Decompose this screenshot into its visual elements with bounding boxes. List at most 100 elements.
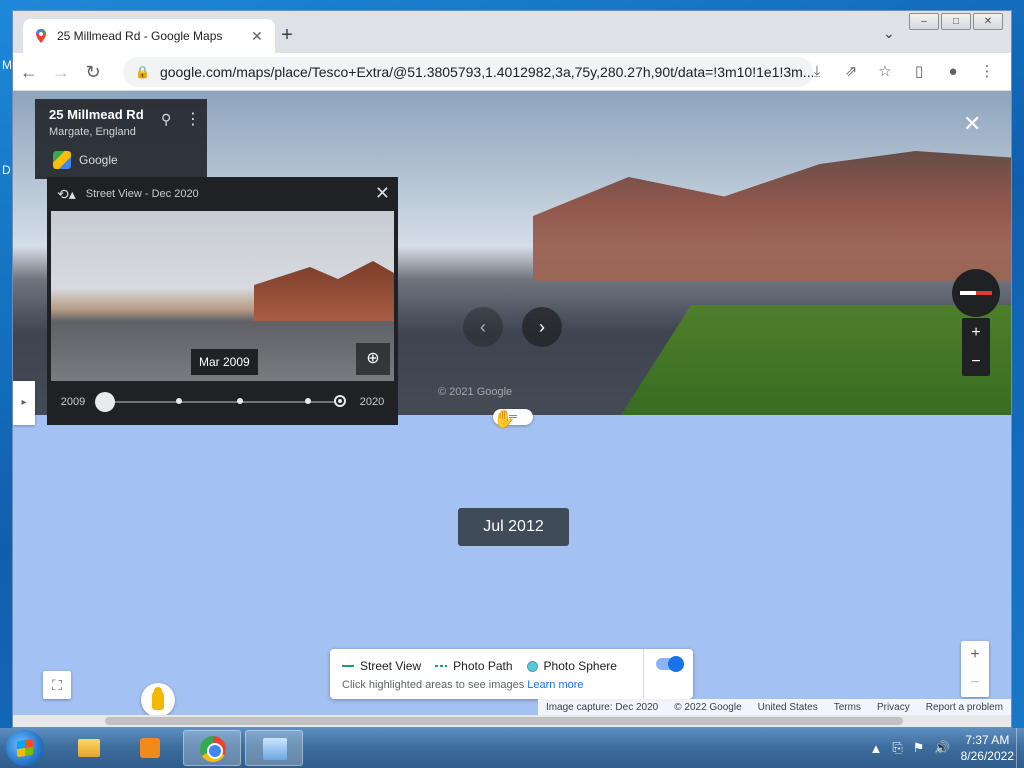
slider-tick[interactable] <box>304 398 311 404</box>
tab-strip: 25 Millmead Rd - Google Maps ✕ + ⌄ – □ ✕ <box>13 11 1011 53</box>
country-link[interactable]: United States <box>758 702 818 713</box>
lock-icon: 🔒 <box>135 65 150 79</box>
navigate-back-arrow[interactable]: ‹ <box>463 307 503 347</box>
minimize-button[interactable]: – <box>909 13 939 30</box>
history-icon[interactable]: ⟲▴ <box>57 186 76 203</box>
desktop-icon-fragment: D <box>2 163 11 177</box>
google-maps-link-label: Google <box>79 153 118 167</box>
address-bar[interactable]: 🔒 google.com/maps/place/Tesco+Extra/@51.… <box>123 57 813 87</box>
legend-divider <box>643 649 644 699</box>
network-icon[interactable]: ⎘ <box>892 740 902 756</box>
tab-close-icon[interactable]: ✕ <box>249 28 265 45</box>
close-street-view-icon[interactable]: ✕ <box>963 111 981 137</box>
compass-icon[interactable] <box>952 269 1000 317</box>
pegman-icon[interactable] <box>141 683 175 717</box>
place-subtitle: Margate, England <box>49 126 136 138</box>
clock[interactable]: 7:37 AM 8/26/2022 <box>961 732 1014 764</box>
bookmark-star-icon[interactable]: ☆ <box>869 57 901 87</box>
year-slider[interactable]: 2009 2020 <box>47 387 398 417</box>
legend-items: Street View Photo Path Photo Sphere <box>342 659 617 673</box>
time-machine-panel: ⟲▴ Street View - Dec 2020 ✕ Mar 2009 ⊕ 2… <box>47 177 398 425</box>
time-machine-title: Street View - Dec 2020 <box>85 188 199 200</box>
exit-fullscreen-button[interactable]: ⛶ <box>43 671 71 699</box>
google-maps-link[interactable]: Google <box>53 151 118 169</box>
close-window-button[interactable]: ✕ <box>973 13 1003 30</box>
taskbar-control-panel[interactable] <box>245 730 303 766</box>
toolbar-actions: ⤓ ⇗ ☆ ▯ ● ⋮ <box>801 57 1003 87</box>
map-zoom-out-button[interactable]: − <box>961 669 989 697</box>
copyright-text: © 2022 Google <box>674 701 742 713</box>
learn-more-link[interactable]: Learn more <box>527 679 583 691</box>
legend-hint-text: Click highlighted areas to see images <box>342 679 525 691</box>
more-options-icon[interactable]: ⋮ <box>185 109 201 129</box>
control-panel-icon <box>263 738 287 760</box>
taskbar-chrome[interactable] <box>183 730 241 766</box>
slider-tick[interactable] <box>236 398 243 404</box>
back-button[interactable]: ← <box>13 57 45 87</box>
volume-icon[interactable]: 🔊 <box>934 740 950 756</box>
show-hidden-icons-arrow[interactable]: ▲ <box>869 741 882 756</box>
tab-search-icon[interactable]: ⌄ <box>883 25 895 42</box>
folder-icon <box>78 739 100 757</box>
slider-tick[interactable] <box>175 398 182 404</box>
image-capture-date: Image capture: Dec 2020 <box>545 701 659 713</box>
solid-line-icon <box>342 665 354 667</box>
map-zoom-in-button[interactable]: + <box>961 641 989 669</box>
privacy-link[interactable]: Privacy <box>877 702 910 713</box>
legend-photo-path: Photo Path <box>435 659 513 673</box>
scrollbar-thumb[interactable] <box>105 717 903 725</box>
reload-button[interactable]: ↻ <box>77 57 109 87</box>
pegman-body <box>152 690 164 710</box>
hand-cursor-icon: ✋ <box>493 409 516 429</box>
new-tab-button[interactable]: + <box>275 23 299 47</box>
street-view-zoom-controls: + − <box>962 318 990 376</box>
map-pin-icon[interactable]: ⚲ <box>161 111 171 128</box>
horizontal-scrollbar[interactable] <box>13 715 1011 727</box>
taskbar-media-player[interactable] <box>121 730 179 766</box>
report-problem-link[interactable]: Report a problem <box>926 702 1003 713</box>
slider-end-marker[interactable] <box>334 395 346 407</box>
show-desktop-button[interactable] <box>1016 728 1024 768</box>
legend-photo-sphere: Photo Sphere <box>526 659 617 673</box>
google-watermark: © 2021 Google <box>438 386 513 398</box>
tab-google-maps[interactable]: 25 Millmead Rd - Google Maps ✕ <box>23 19 275 53</box>
profile-avatar-icon[interactable]: ● <box>937 57 969 87</box>
time-machine-header: ⟲▴ Street View - Dec 2020 <box>47 177 398 211</box>
zoom-magnifier-icon[interactable]: ⊕ <box>356 343 390 375</box>
legend-street-view-label: Street View <box>360 659 422 673</box>
legend-street-view: Street View <box>342 659 421 673</box>
panorama-houses <box>533 151 1011 281</box>
clock-date: 8/26/2022 <box>960 749 1014 763</box>
legend-hint: Click highlighted areas to see images Le… <box>342 679 584 691</box>
action-center-flag-icon[interactable]: ⚑ <box>913 740 925 756</box>
chrome-icon <box>200 736 226 762</box>
close-time-machine-icon[interactable]: ✕ <box>375 183 390 204</box>
slider-track[interactable] <box>95 392 346 412</box>
google-maps-page: © 2021 Google 25 Millmead Rd Margate, En… <box>13 91 1011 727</box>
map-zoom-controls: + − <box>961 641 989 697</box>
window-controls: – □ ✕ <box>909 13 1003 30</box>
legend-photo-sphere-label: Photo Sphere <box>543 659 617 673</box>
tab-title: 25 Millmead Rd - Google Maps <box>57 29 223 43</box>
preview-houses <box>254 261 394 321</box>
install-app-icon[interactable]: ⤓ <box>801 57 833 87</box>
terms-link[interactable]: Terms <box>834 702 861 713</box>
place-card: 25 Millmead Rd Margate, England ⚲ ⋮ Goog… <box>35 99 207 179</box>
navigate-forward-arrow[interactable]: › <box>522 307 562 347</box>
taskbar-explorer[interactable] <box>60 730 118 766</box>
google-maps-favicon-icon <box>36 29 46 43</box>
start-button[interactable] <box>6 730 44 766</box>
expand-side-panel-button[interactable]: ▸ <box>13 381 35 425</box>
google-maps-logo-icon <box>53 151 71 169</box>
slider-knob[interactable] <box>95 392 115 412</box>
maximize-button[interactable]: □ <box>941 13 971 30</box>
historical-photo-preview[interactable]: Mar 2009 ⊕ <box>51 211 394 381</box>
place-title: 25 Millmead Rd <box>49 107 144 122</box>
side-panel-icon[interactable]: ▯ <box>903 57 935 87</box>
chrome-menu-icon[interactable]: ⋮ <box>971 57 1003 87</box>
share-icon[interactable]: ⇗ <box>835 57 867 87</box>
street-view-zoom-out-button[interactable]: − <box>962 347 990 376</box>
street-view-layer-toggle[interactable] <box>656 656 684 672</box>
street-view-zoom-in-button[interactable]: + <box>962 318 990 347</box>
forward-button[interactable]: → <box>45 57 77 87</box>
